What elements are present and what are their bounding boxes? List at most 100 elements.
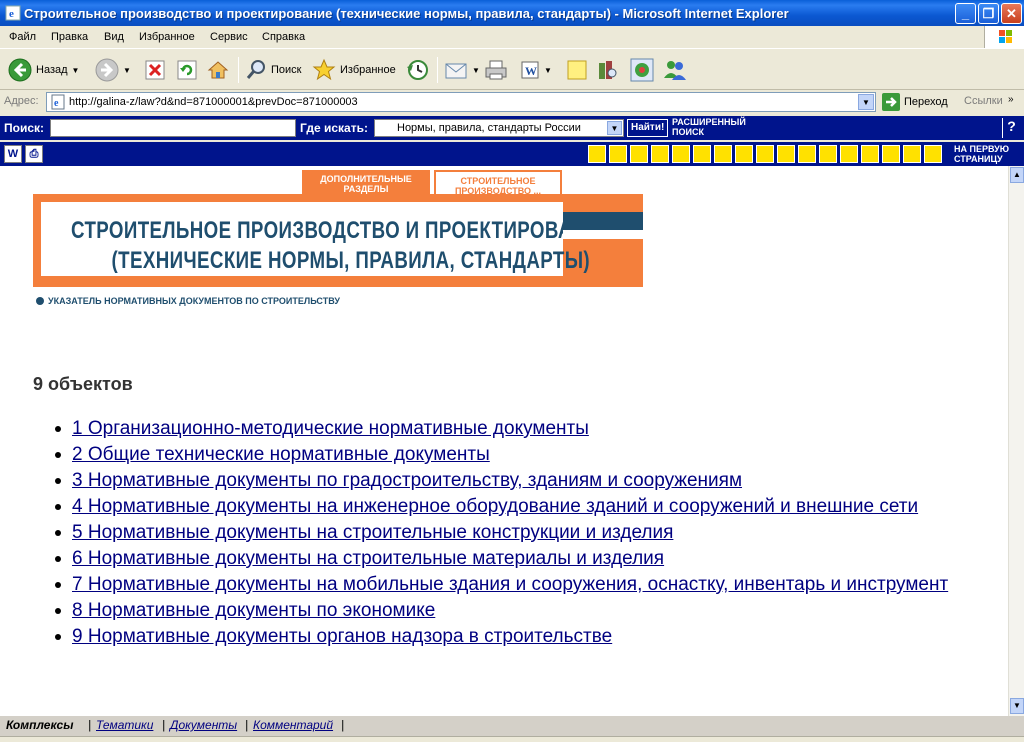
- category-link-6[interactable]: 6 Нормативные документы на строительные …: [72, 546, 985, 571]
- bullet-icon: [55, 478, 61, 484]
- tab-comment[interactable]: Комментарий: [253, 718, 333, 732]
- favorites-button[interactable]: Избранное: [312, 57, 396, 83]
- chevron-down-icon[interactable]: ▼: [858, 94, 874, 110]
- advanced-search-line1: РАСШИРЕННЫЙ: [672, 117, 746, 127]
- chevron-down-icon[interactable]: ▼: [472, 66, 480, 75]
- menu-view[interactable]: Вид: [104, 31, 124, 43]
- maximize-button[interactable]: ❐: [978, 3, 999, 24]
- site-search-input[interactable]: [50, 119, 296, 137]
- bullet-icon: [55, 452, 61, 458]
- tab-building-line1: СТРОИТЕЛЬНОЕ: [460, 176, 536, 186]
- search-button[interactable]: Поиск: [245, 57, 301, 83]
- category-link-1[interactable]: 1 Организационно-методические нормативны…: [72, 416, 985, 441]
- first-page-link[interactable]: НА ПЕРВУЮ СТРАНИЦУ: [954, 144, 1009, 164]
- tool-icon-7[interactable]: [714, 145, 732, 163]
- list-item: 1 Организационно-методические нормативны…: [55, 416, 985, 441]
- scroll-down-icon[interactable]: ▼: [1010, 698, 1024, 714]
- word-icon: W: [521, 61, 539, 79]
- home-button[interactable]: [207, 57, 229, 83]
- menu-file[interactable]: Файл: [9, 31, 36, 43]
- tool-icon-12[interactable]: [819, 145, 837, 163]
- tab-extra-line2: РАЗДЕЛЫ: [343, 184, 389, 194]
- menu-tools[interactable]: Сервис: [210, 31, 248, 43]
- tool-icon-2[interactable]: [609, 145, 627, 163]
- search-icon: [246, 60, 265, 79]
- address-input[interactable]: e http://galina-z/law?d&nd=871000001&pre…: [46, 92, 876, 112]
- tool-icon-10[interactable]: [777, 145, 795, 163]
- go-button[interactable]: Переход: [882, 93, 948, 111]
- books-icon: [599, 61, 617, 79]
- tab-separator: |: [162, 718, 166, 732]
- print-icon[interactable]: ⎙: [25, 145, 43, 163]
- tool-icon-5[interactable]: [672, 145, 690, 163]
- tab-building[interactable]: СТРОИТЕЛЬНОЕ ПРОИЗВОДСТВО ...: [434, 170, 562, 196]
- minimize-button[interactable]: _: [955, 3, 976, 24]
- messenger-flower-button[interactable]: [630, 57, 654, 83]
- tool-icon-14[interactable]: [861, 145, 879, 163]
- vertical-scrollbar[interactable]: ▲ ▼: [1008, 166, 1024, 716]
- tool-icon-13[interactable]: [840, 145, 858, 163]
- tool-icon-8[interactable]: [735, 145, 753, 163]
- find-button[interactable]: Найти!: [627, 119, 669, 137]
- category-link-7[interactable]: 7 Нормативные документы на мобильные зда…: [72, 572, 985, 597]
- tab-complexes[interactable]: Комплексы: [6, 718, 73, 732]
- category-link-5[interactable]: 5 Нормативные документы на строительные …: [72, 520, 985, 545]
- refresh-button[interactable]: [177, 57, 197, 83]
- banner-stripe: [563, 212, 643, 230]
- stop-icon: [145, 60, 165, 80]
- banner-title-line1: СТРОИТЕЛЬНОЕ ПРОИЗВОДСТВО И ПРОЕКТИРОВАН…: [71, 217, 613, 244]
- tab-extra-sections[interactable]: ДОПОЛНИТЕЛЬНЫЕ РАЗДЕЛЫ: [302, 170, 430, 196]
- category-link-3[interactable]: 3 Нормативные документы по градостроител…: [72, 468, 985, 493]
- tool-icon-17[interactable]: [924, 145, 942, 163]
- search-label: Поиск:: [4, 121, 45, 135]
- chevron-down-icon[interactable]: ▼: [123, 66, 131, 75]
- category-link-2[interactable]: 2 Общие технические нормативные документ…: [72, 442, 985, 467]
- list-item: 4 Нормативные документы на инженерное об…: [55, 494, 985, 519]
- chevron-down-icon[interactable]: ▼: [607, 121, 622, 135]
- where-select[interactable]: Нормы, правила, стандарты России ▼: [374, 119, 624, 137]
- double-chevron-icon[interactable]: »: [1008, 94, 1014, 105]
- print-button[interactable]: [484, 57, 508, 83]
- help-button[interactable]: ?: [1002, 118, 1020, 138]
- close-button[interactable]: ✕: [1001, 3, 1022, 24]
- tool-icon-4[interactable]: [651, 145, 669, 163]
- links-label[interactable]: Ссылки: [964, 95, 1003, 107]
- history-button[interactable]: [405, 57, 429, 83]
- mail-button[interactable]: ▼: [444, 57, 480, 83]
- chevron-down-icon[interactable]: ▼: [72, 66, 80, 75]
- svg-text:e: e: [9, 8, 14, 20]
- list-item: 8 Нормативные документы по экономике: [55, 598, 985, 623]
- category-link-8[interactable]: 8 Нормативные документы по экономике: [72, 598, 985, 623]
- stop-button[interactable]: [145, 57, 165, 83]
- forward-arrow-icon: [95, 58, 119, 82]
- back-button[interactable]: Назад ▼: [8, 57, 79, 83]
- page-content: ДОПОЛНИТЕЛЬНЫЕ РАЗДЕЛЫ СТРОИТЕЛЬНОЕ ПРОИ…: [0, 166, 1008, 716]
- tool-icon-15[interactable]: [882, 145, 900, 163]
- advanced-search-link[interactable]: РАСШИРЕННЫЙ ПОИСК: [672, 117, 746, 137]
- research-button[interactable]: [596, 57, 618, 83]
- note-button[interactable]: [566, 57, 588, 83]
- menu-favorites[interactable]: Избранное: [139, 31, 195, 43]
- chevron-down-icon[interactable]: ▼: [544, 66, 552, 75]
- tab-topics[interactable]: Тематики: [96, 718, 153, 732]
- tool-icon-3[interactable]: [630, 145, 648, 163]
- menu-help[interactable]: Справка: [262, 31, 305, 43]
- tool-icon-9[interactable]: [756, 145, 774, 163]
- category-link-4[interactable]: 4 Нормативные документы на инженерное об…: [72, 494, 985, 519]
- mail-icon: [445, 63, 467, 79]
- tool-icon-1[interactable]: [588, 145, 606, 163]
- category-link-9[interactable]: 9 Нормативные документы органов надзора …: [72, 624, 985, 649]
- scroll-up-icon[interactable]: ▲: [1010, 167, 1024, 183]
- tool-icon-11[interactable]: [798, 145, 816, 163]
- menu-bar: Файл Правка Вид Избранное Сервис Справка: [0, 26, 1024, 48]
- word-export-icon[interactable]: W: [4, 145, 22, 163]
- tool-icon-16[interactable]: [903, 145, 921, 163]
- menu-edit[interactable]: Правка: [51, 31, 88, 43]
- favorites-label: Избранное: [340, 64, 396, 76]
- edit-button[interactable]: W ▼: [520, 57, 552, 83]
- forward-button[interactable]: ▼: [95, 57, 131, 83]
- index-link[interactable]: УКАЗАТЕЛЬ НОРМАТИВНЫХ ДОКУМЕНТОВ ПО СТРО…: [36, 296, 340, 306]
- tab-documents[interactable]: Документы: [170, 718, 237, 732]
- messenger-button[interactable]: [662, 57, 688, 83]
- tool-icon-6[interactable]: [693, 145, 711, 163]
